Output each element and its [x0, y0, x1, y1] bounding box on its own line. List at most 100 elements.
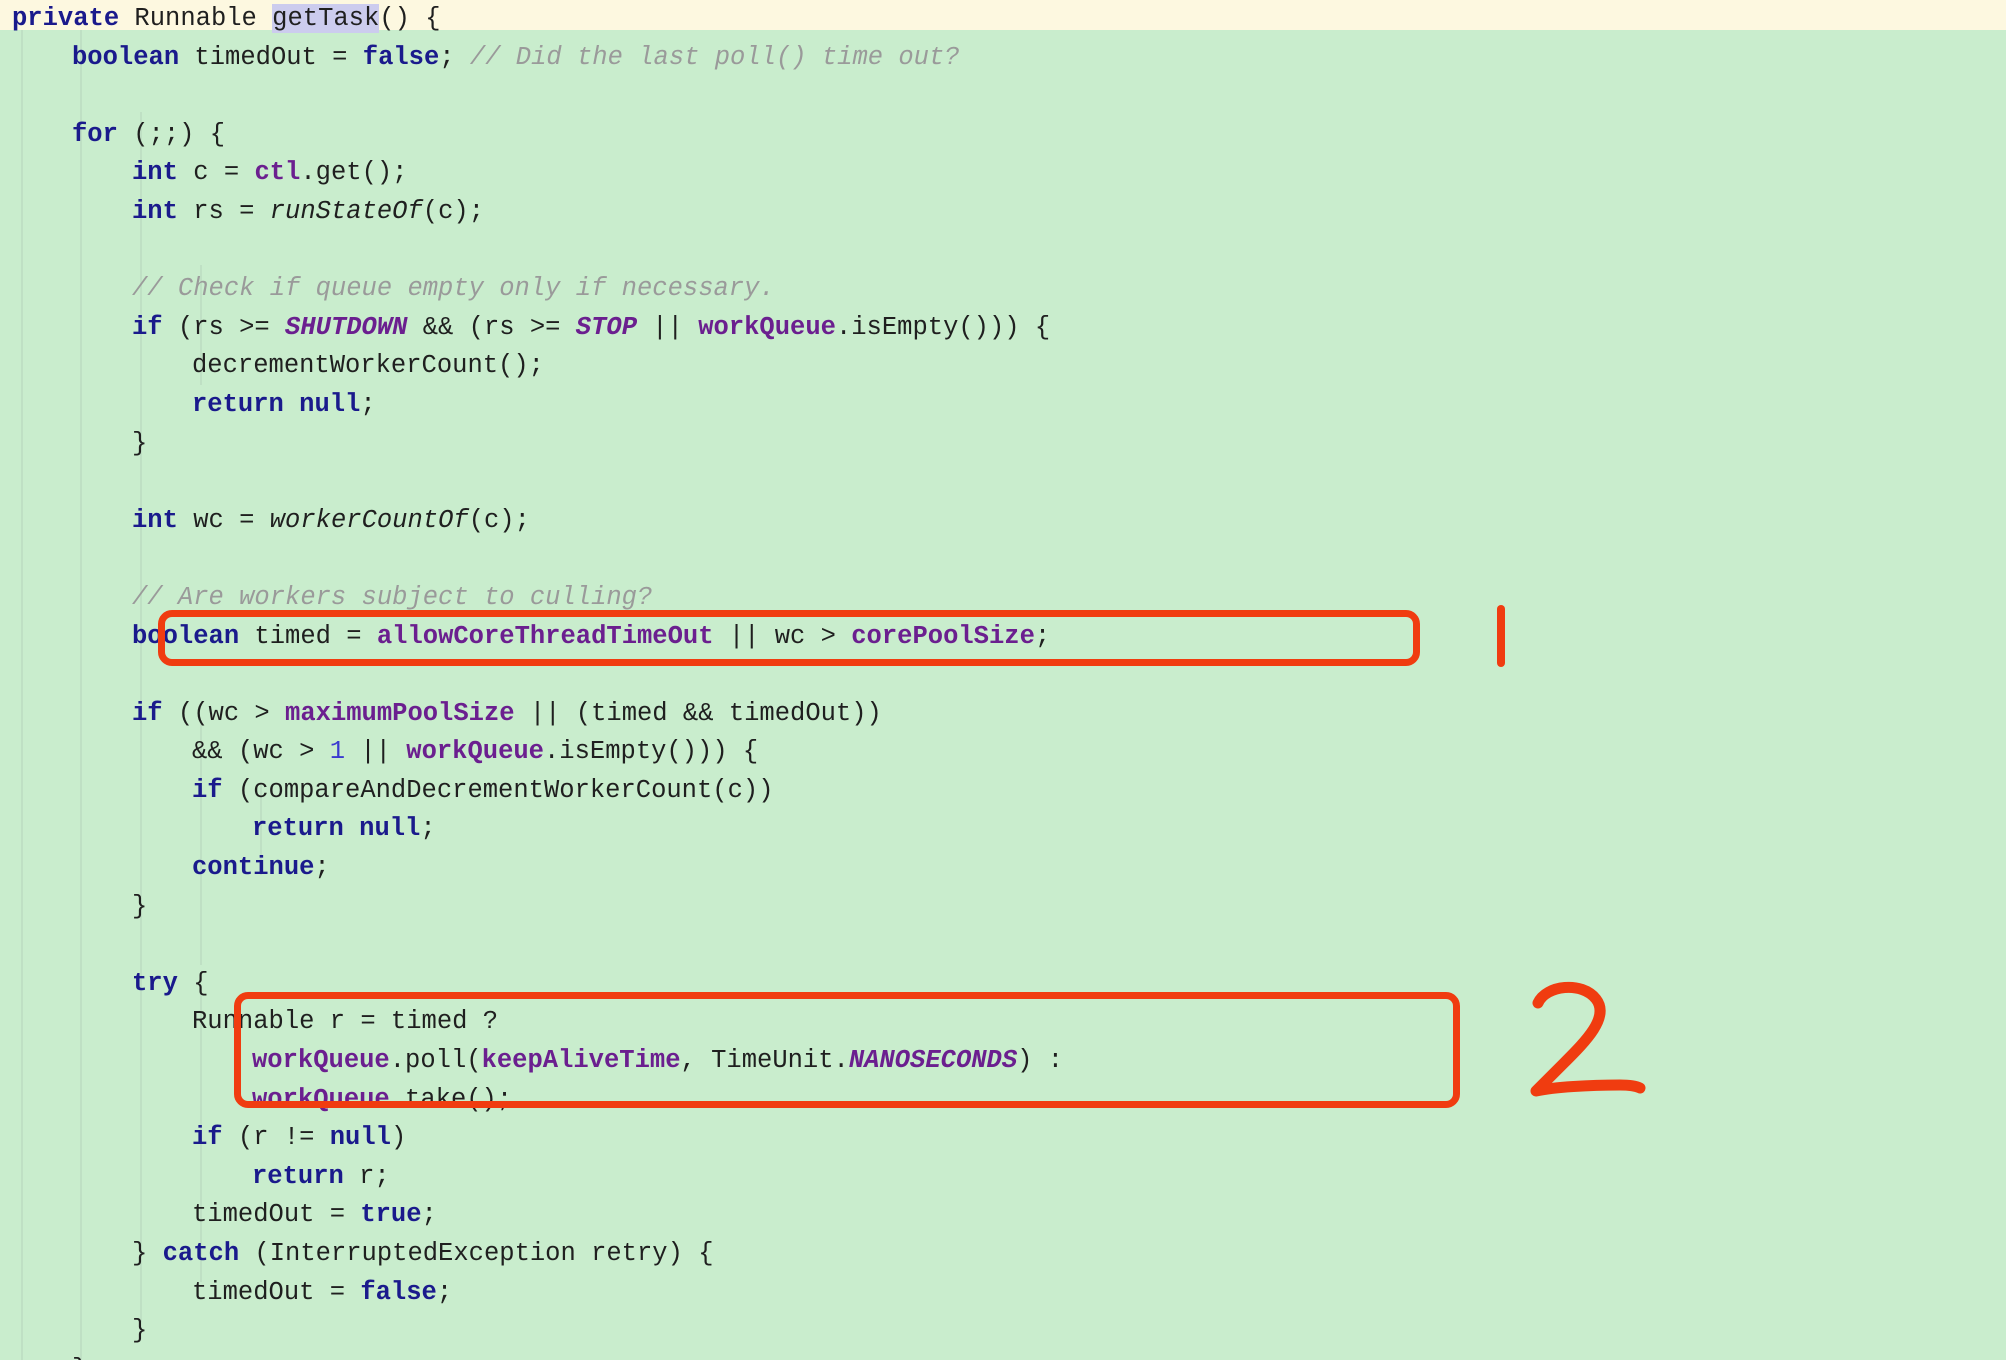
code-line[interactable]: if (rs >= SHUTDOWN && (rs >= STOP || wor… [0, 309, 2006, 348]
code-token: int [132, 505, 178, 535]
code-token: for [72, 119, 118, 149]
code-line[interactable] [0, 232, 2006, 271]
code-token: workQueue [252, 1084, 390, 1114]
code-line[interactable]: for (;;) { [0, 116, 2006, 155]
code-line[interactable]: timedOut = true; [0, 1196, 2006, 1235]
code-token: Runnable r = timed ? [192, 1007, 499, 1037]
code-token: ; [436, 1277, 453, 1307]
code-token: ; [421, 1200, 437, 1230]
code-token: STOP [575, 312, 637, 342]
code-token: workQueue [406, 737, 544, 767]
code-token: , TimeUnit. [680, 1046, 849, 1076]
code-token: if [192, 1123, 223, 1153]
code-editor[interactable]: private Runnable getTask() {boolean time… [0, 0, 2006, 1360]
code-line[interactable]: } [0, 1351, 2006, 1360]
code-token: ; [314, 853, 330, 883]
code-line[interactable]: } [0, 425, 2006, 464]
code-line[interactable] [0, 77, 2006, 116]
code-token: { [177, 968, 209, 998]
code-line[interactable]: return r; [0, 1158, 2006, 1197]
code-token: if [132, 698, 163, 728]
code-token: (c); [422, 196, 484, 226]
code-token: continue [192, 853, 315, 883]
code-line[interactable]: try { [0, 965, 2006, 1004]
code-token: && (wc > [192, 737, 330, 767]
code-line[interactable]: workQueue.poll(keepAliveTime, TimeUnit.N… [0, 1042, 2006, 1081]
code-token: wc = [177, 505, 270, 535]
code-line[interactable]: } [0, 1312, 2006, 1351]
code-token: workQueue [252, 1046, 390, 1076]
code-token: } [72, 1355, 87, 1360]
code-token: } [132, 1316, 148, 1346]
code-token: .isEmpty())) { [544, 737, 759, 767]
code-token: (;;) { [117, 119, 226, 149]
code-line[interactable]: workQueue.take(); [0, 1081, 2006, 1120]
code-token: (InterruptedException retry) { [239, 1239, 714, 1268]
code-line[interactable] [0, 926, 2006, 965]
code-token: () { [379, 4, 441, 33]
code-line[interactable]: boolean timedOut = false; // Did the las… [0, 39, 2006, 78]
screenshot-root: private Runnable getTask() {boolean time… [0, 0, 2006, 1360]
code-token: getTask [272, 4, 380, 33]
code-token: false [362, 42, 440, 72]
code-line[interactable] [0, 463, 2006, 502]
code-token: ((wc > [162, 698, 286, 728]
code-token: catch [162, 1239, 240, 1268]
code-token: || [637, 312, 699, 342]
code-token: timed = [239, 621, 377, 651]
code-token: NANOSECONDS [848, 1046, 1018, 1076]
code-token: ; [1034, 621, 1051, 651]
code-token: workerCountOf [269, 505, 469, 535]
code-line[interactable]: return null; [0, 810, 2006, 849]
code-token: false [360, 1277, 437, 1307]
code-line[interactable]: private Runnable getTask() { [0, 0, 2006, 39]
code-line[interactable]: } catch (InterruptedException retry) { [0, 1235, 2006, 1274]
code-token: // Are workers subject to culling? [132, 582, 653, 612]
code-token: // Check if queue empty only if necessar… [132, 274, 775, 304]
code-token: .isEmpty())) { [835, 312, 1051, 342]
code-line[interactable]: continue; [0, 849, 2006, 888]
code-line[interactable]: Runnable r = timed ? [0, 1003, 2006, 1042]
code-line[interactable]: int rs = runStateOf(c); [0, 193, 2006, 232]
code-token: && (rs >= [407, 312, 576, 342]
code-line[interactable] [0, 656, 2006, 695]
code-line[interactable] [0, 540, 2006, 579]
code-line[interactable]: boolean timed = allowCoreThreadTimeOut |… [0, 618, 2006, 657]
code-token: allowCoreThreadTimeOut [376, 621, 714, 651]
code-line[interactable]: if ((wc > maximumPoolSize || (timed && t… [0, 695, 2006, 734]
code-line[interactable]: decrementWorkerCount(); [0, 347, 2006, 386]
code-token: c = [177, 158, 255, 188]
code-text[interactable]: private Runnable getTask() {boolean time… [0, 0, 2006, 1360]
code-token: boolean [132, 621, 240, 651]
code-line[interactable]: // Check if queue empty only if necessar… [0, 270, 2006, 309]
code-line[interactable]: } [0, 888, 2006, 927]
code-token: .get(); [300, 158, 408, 188]
code-token: .take(); [389, 1084, 513, 1114]
code-token: } [132, 428, 148, 458]
code-line[interactable]: // Are workers subject to culling? [0, 579, 2006, 618]
code-token: boolean [72, 42, 180, 72]
code-token: return [252, 814, 344, 844]
code-token: 1 [329, 737, 346, 767]
code-line[interactable]: if (compareAndDecrementWorkerCount(c)) [0, 772, 2006, 811]
code-token: int [132, 158, 178, 188]
code-line[interactable]: int wc = workerCountOf(c); [0, 502, 2006, 541]
code-line[interactable]: int c = ctl.get(); [0, 154, 2006, 193]
code-token: keepAliveTime [481, 1046, 681, 1076]
code-token: null [329, 1123, 391, 1153]
code-token: if [132, 312, 163, 342]
code-token: int [132, 196, 178, 226]
code-line[interactable]: timedOut = false; [0, 1274, 2006, 1313]
code-line[interactable]: if (r != null) [0, 1119, 2006, 1158]
code-token: || (timed && timedOut)) [514, 698, 882, 728]
code-token: null [359, 814, 421, 844]
code-line[interactable]: return null; [0, 386, 2006, 425]
code-token: ) : [1017, 1046, 1064, 1076]
code-token: (rs >= [162, 312, 286, 342]
code-token: if [192, 775, 223, 805]
code-token: (compareAndDecrementWorkerCount(c)) [222, 775, 774, 805]
code-token: Runnable [119, 4, 273, 33]
code-token: r; [343, 1161, 390, 1191]
code-line[interactable]: && (wc > 1 || workQueue.isEmpty())) { [0, 733, 2006, 772]
